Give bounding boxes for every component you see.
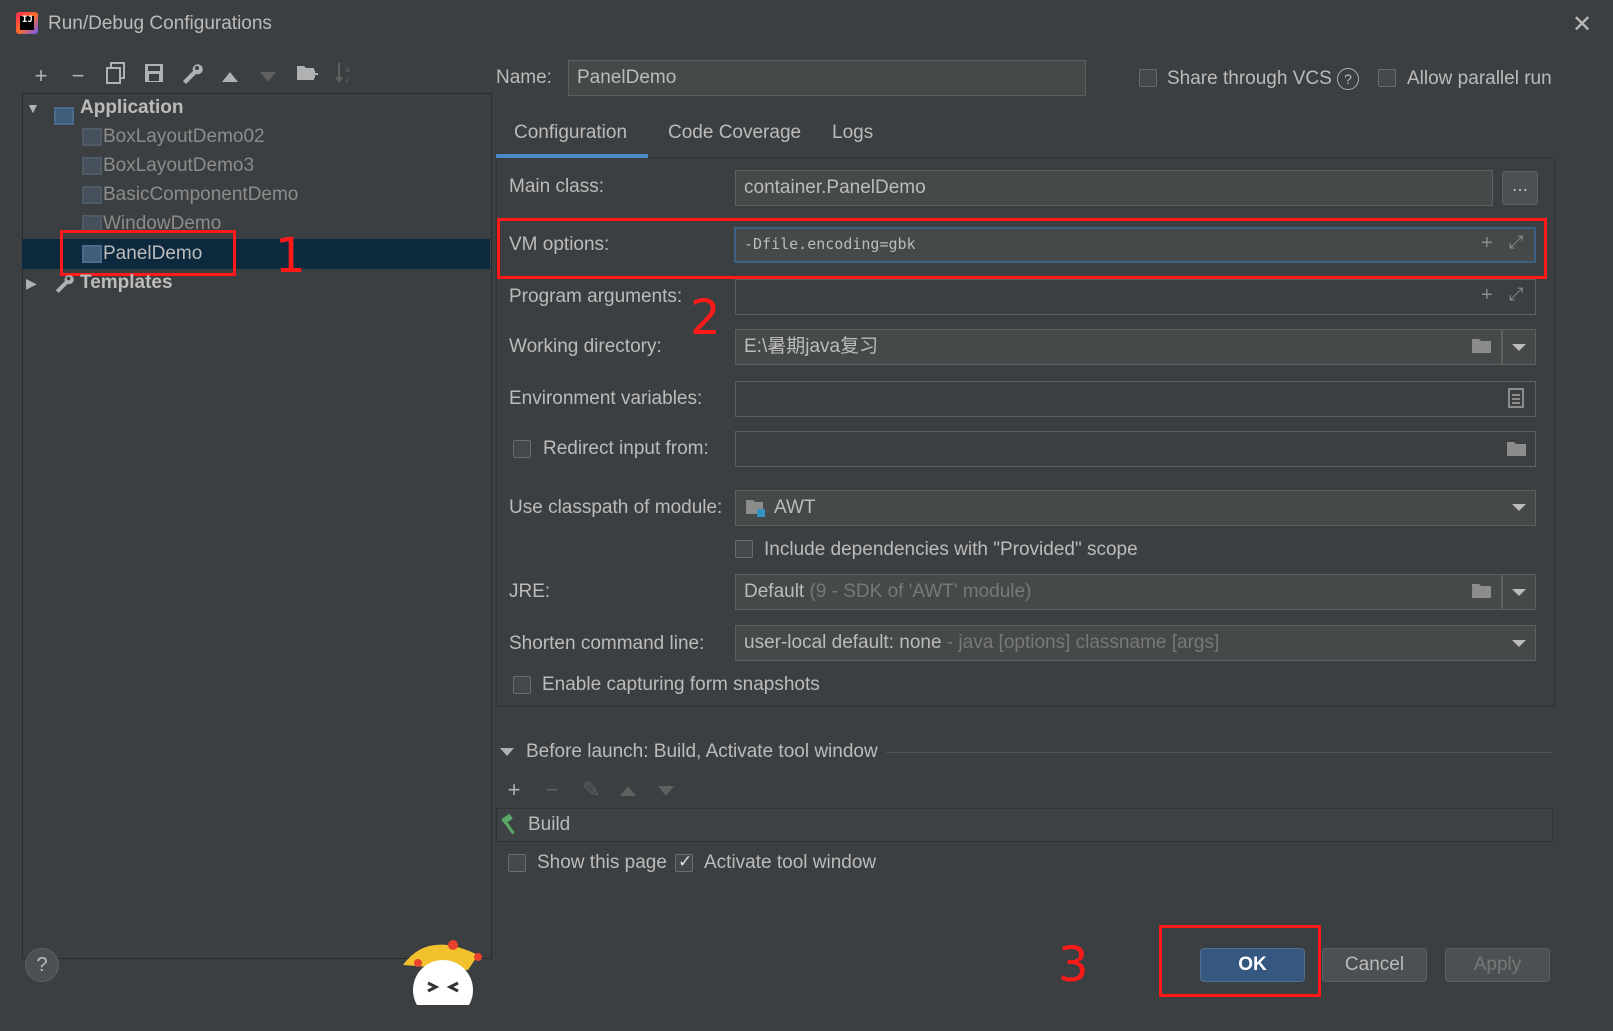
wrench-icon[interactable] — [178, 62, 206, 90]
add-icon[interactable]: + — [27, 62, 55, 90]
chevron-down-icon — [1512, 640, 1526, 647]
parallel-run-checkbox[interactable] — [1378, 69, 1396, 87]
move-down-icon[interactable] — [652, 776, 680, 804]
include-dependencies-checkbox[interactable] — [735, 540, 753, 558]
show-page-label: Show this page — [537, 852, 667, 873]
svg-text:a: a — [345, 65, 350, 74]
redirect-input-field[interactable] — [735, 431, 1536, 467]
add-icon[interactable]: + — [500, 776, 528, 804]
remove-icon[interactable]: − — [64, 62, 92, 90]
before-launch-list — [496, 808, 1553, 842]
annotation-number-3: 3 — [1058, 937, 1089, 993]
tree-label-application: Application — [80, 97, 184, 118]
tree-item-label: BoxLayoutDemo3 — [103, 155, 255, 176]
help-circle-icon[interactable]: ? — [1337, 68, 1359, 90]
tree-item[interactable]: BoxLayoutDemo02 — [22, 122, 490, 152]
shorten-command-line-select[interactable]: user-local default: none - java [options… — [735, 625, 1536, 661]
redirect-input-label: Redirect input from: — [543, 438, 709, 459]
tab-logs[interactable]: Logs — [832, 122, 873, 144]
environment-variables-input[interactable] — [735, 381, 1536, 417]
main-class-label: Main class: — [509, 176, 605, 197]
tab-code-coverage[interactable]: Code Coverage — [668, 122, 801, 144]
shorten-value: user-local default: none — [744, 632, 942, 653]
name-input[interactable]: PanelDemo — [568, 60, 1086, 96]
jre-dropdown[interactable] — [1502, 574, 1536, 610]
before-launch-task[interactable]: Build — [528, 814, 570, 836]
browse-main-class-button[interactable]: ... — [1502, 171, 1538, 205]
include-dependencies-label: Include dependencies with "Provided" sco… — [764, 539, 1138, 560]
collapse-triangle-icon[interactable] — [500, 748, 514, 756]
folder-icon[interactable] — [1506, 440, 1528, 464]
classpath-module-select[interactable]: AWT — [735, 490, 1536, 526]
jre-label: JRE: — [509, 581, 551, 602]
collapse-triangle-icon[interactable]: ▶ — [26, 268, 37, 298]
wrench-icon — [54, 273, 74, 303]
edit-icon[interactable]: ✎ — [577, 776, 605, 804]
add-icon[interactable]: + — [1481, 284, 1493, 307]
shorten-hint: - java [options] classname [args] — [946, 632, 1220, 653]
program-arguments-label: Program arguments: — [509, 286, 683, 307]
expand-triangle-icon[interactable]: ▼ — [26, 93, 40, 123]
folder-add-icon[interactable] — [293, 62, 321, 90]
program-arguments-input[interactable] — [735, 279, 1536, 315]
tree-item-label: BasicComponentDemo — [103, 184, 299, 205]
remove-icon[interactable]: − — [538, 776, 566, 804]
activate-tool-window-label: Activate tool window — [704, 852, 877, 873]
parallel-run-label: Allow parallel run — [1407, 68, 1552, 89]
copy-icon[interactable] — [102, 62, 130, 90]
help-button[interactable]: ? — [25, 948, 59, 982]
jre-hint: (9 - SDK of 'AWT' module) — [809, 581, 1032, 602]
build-hammer-icon — [500, 813, 522, 842]
working-directory-dropdown[interactable] — [1502, 329, 1536, 365]
move-down-icon[interactable] — [254, 62, 282, 90]
share-vcs-checkbox[interactable] — [1139, 69, 1157, 87]
jre-value: Default — [744, 581, 805, 602]
expand-icon[interactable]: ⤢ — [1509, 284, 1523, 305]
chevron-down-icon — [1512, 589, 1526, 596]
classpath-module-label: Use classpath of module: — [509, 497, 723, 518]
tree-item[interactable]: BasicComponentDemo — [22, 180, 490, 210]
folder-icon[interactable] — [1471, 337, 1493, 361]
environment-variables-label: Environment variables: — [509, 388, 703, 409]
module-folder-icon — [745, 498, 767, 524]
jre-input[interactable]: Default (9 - SDK of 'AWT' module) — [735, 574, 1502, 610]
save-icon[interactable] — [140, 62, 168, 90]
share-vcs-label: Share through VCS — [1167, 68, 1332, 89]
chevron-down-icon — [1512, 344, 1526, 351]
move-up-icon[interactable] — [216, 62, 244, 90]
form-snapshots-checkbox[interactable] — [513, 676, 531, 694]
tree-node-templates[interactable]: ▶ Templates — [22, 268, 490, 298]
tree-item[interactable]: BoxLayoutDemo3 — [22, 151, 490, 181]
apply-button[interactable]: Apply — [1445, 948, 1550, 982]
mascot-sticker-image — [398, 935, 493, 1020]
cancel-button[interactable]: Cancel — [1322, 948, 1427, 982]
show-page-checkbox[interactable] — [508, 854, 526, 872]
tree-item-label: BoxLayoutDemo02 — [103, 126, 265, 147]
form-snapshots-label: Enable capturing form snapshots — [542, 674, 820, 695]
move-up-icon[interactable] — [614, 776, 642, 804]
chevron-down-icon — [1512, 504, 1526, 511]
tree-label-templates: Templates — [80, 272, 173, 293]
working-directory-input[interactable]: E:\暑期java复习 — [735, 329, 1502, 365]
annotation-box-2 — [497, 218, 1547, 279]
ok-button[interactable]: OK — [1200, 948, 1305, 982]
window-title: Run/Debug Configurations — [48, 13, 272, 34]
close-icon[interactable]: ✕ — [1572, 10, 1592, 39]
svg-text:z: z — [345, 75, 349, 84]
folder-icon[interactable] — [1471, 582, 1493, 606]
annotation-number-2: 2 — [690, 290, 721, 346]
activate-tool-window-checkbox[interactable] — [675, 852, 693, 872]
intellij-app-icon: IJ — [16, 12, 38, 34]
sort-icon[interactable]: az — [330, 62, 358, 90]
tab-configuration[interactable]: Configuration — [514, 122, 627, 144]
redirect-input-checkbox[interactable] — [513, 440, 531, 458]
before-launch-title: Before launch: Build, Activate tool wind… — [526, 741, 878, 762]
tree-node-application[interactable]: ▼ Application — [22, 93, 490, 125]
list-edit-icon[interactable] — [1508, 388, 1524, 414]
name-label: Name: — [496, 67, 552, 88]
main-class-input[interactable]: container.PanelDemo — [735, 170, 1493, 206]
working-directory-label: Working directory: — [509, 336, 662, 357]
shorten-command-line-label: Shorten command line: — [509, 633, 705, 654]
separator — [886, 752, 1553, 753]
